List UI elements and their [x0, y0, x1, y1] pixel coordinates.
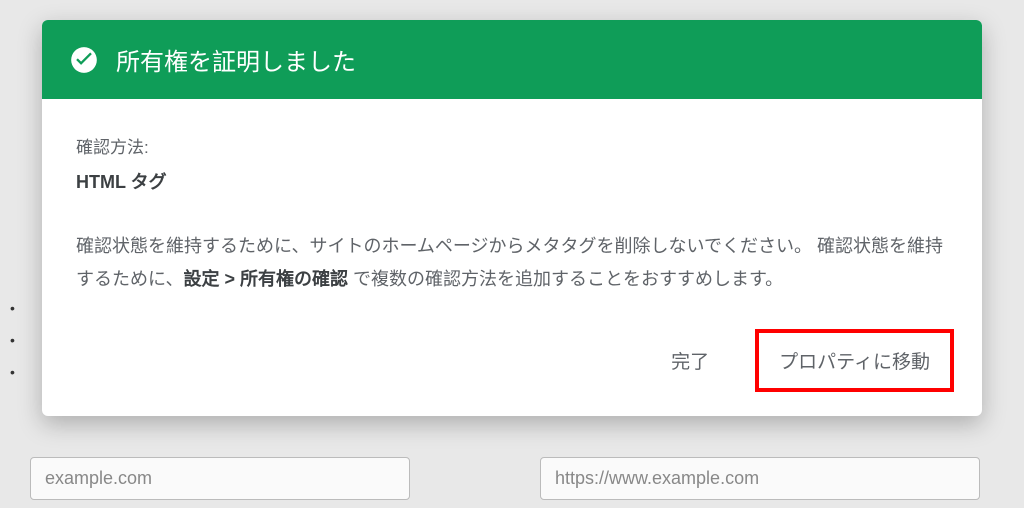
dialog-description: 確認状態を維持するために、サイトのホームページからメタタグを削除しないでください…: [76, 230, 948, 297]
dialog-actions: 完了 プロパティに移動: [42, 315, 982, 416]
bullet: •: [10, 332, 15, 348]
goto-property-button[interactable]: プロパティに移動: [755, 329, 954, 392]
dialog-header: 所有権を証明しました: [42, 20, 982, 99]
ownership-verified-dialog: 所有権を証明しました 確認方法: HTML タグ 確認状態を維持するために、サイ…: [42, 20, 982, 416]
done-button[interactable]: 完了: [653, 335, 727, 386]
bullet: •: [10, 300, 15, 316]
dialog-title: 所有権を証明しました: [116, 42, 356, 77]
dialog-body: 確認方法: HTML タグ 確認状態を維持するために、サイトのホームページからメ…: [42, 99, 982, 315]
url-input-right[interactable]: https://www.example.com: [540, 457, 980, 500]
bullet: •: [10, 364, 15, 380]
background-bullet-list: • • •: [10, 300, 15, 396]
verification-method-value: HTML タグ: [76, 166, 948, 198]
description-post: で複数の確認方法を追加することをおすすめします。: [348, 269, 783, 289]
description-bold-path: 設定 > 所有権の確認: [183, 269, 348, 289]
check-circle-icon: [70, 46, 98, 74]
verification-method-label: 確認方法:: [76, 133, 948, 164]
domain-input-left[interactable]: example.com: [30, 457, 410, 500]
